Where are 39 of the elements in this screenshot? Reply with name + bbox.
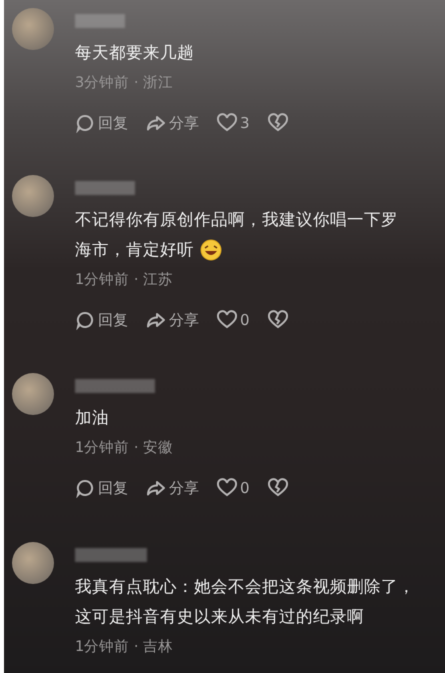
comment-text: 我真有点耽心：她会不会把这条视频删除了， (75, 576, 415, 598)
heart-icon (217, 478, 237, 498)
comment-text: 这可是抖音有史以来从未有过的纪录啊 (75, 606, 364, 628)
share-arrow-icon (146, 113, 166, 133)
broken-heart-icon (268, 310, 288, 330)
comment-text: 海市，肯定好听 (75, 238, 194, 261)
broken-heart-icon (268, 113, 288, 133)
comment-text: 每天都要来几趟 (75, 42, 194, 64)
speech-bubble-icon (75, 113, 95, 133)
like-button[interactable]: 0 (217, 477, 250, 500)
avatar-placeholder[interactable] (12, 174, 54, 217)
like-button[interactable]: 3 (217, 112, 250, 134)
blurred-username (75, 548, 147, 562)
heart-icon (217, 310, 237, 330)
comment-text: 加油 (75, 407, 109, 430)
heart-icon (217, 113, 237, 133)
dislike-button[interactable] (268, 478, 288, 498)
speech-bubble-icon (75, 478, 95, 498)
broken-heart-icon (268, 478, 288, 498)
share-button[interactable]: 分享 (146, 308, 199, 331)
comment-meta: 3分钟前 · 浙江 (75, 74, 174, 93)
speech-bubble-icon (75, 310, 95, 330)
avatar-placeholder[interactable] (12, 373, 54, 416)
like-button[interactable]: 0 (217, 308, 250, 331)
avatar-placeholder[interactable] (12, 542, 54, 584)
dislike-button[interactable] (268, 113, 288, 133)
reply-button[interactable]: 回复 (75, 112, 128, 134)
comment-meta: 1分钟前 · 江苏 (75, 270, 174, 290)
share-arrow-icon (146, 478, 166, 498)
share-button[interactable]: 分享 (146, 112, 199, 134)
comment-text: 不记得你有原创作品啊，我建议你唱一下罗 (75, 208, 398, 231)
blurred-username (75, 14, 125, 28)
reply-button[interactable]: 回复 (75, 308, 128, 331)
reply-button[interactable]: 回复 (75, 477, 128, 500)
comment-meta: 1分钟前 · 安徽 (75, 438, 174, 458)
comment-meta: 1分钟前 · 吉林 (75, 638, 174, 658)
share-button[interactable]: 分享 (146, 477, 199, 500)
blurred-username (75, 180, 135, 195)
dislike-button[interactable] (268, 310, 288, 330)
